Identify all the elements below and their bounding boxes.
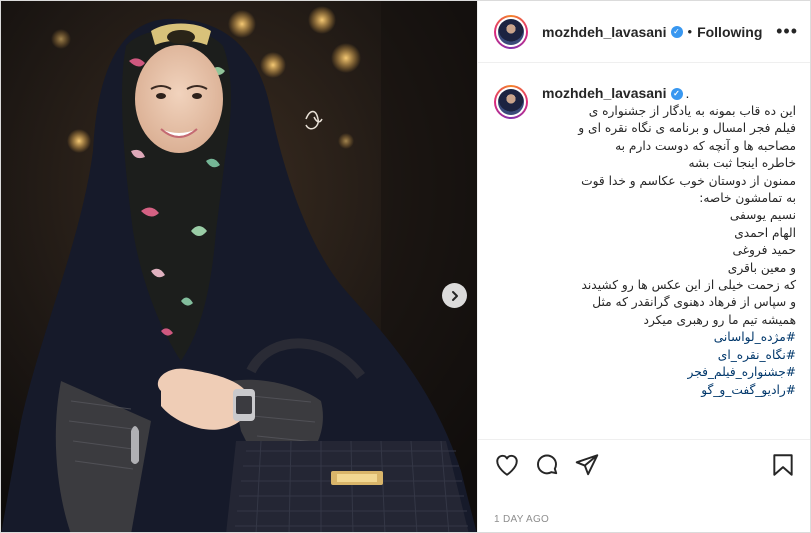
caption-line: که زحمت خیلی از این عکس ها رو کشیدند: [581, 278, 796, 293]
caption-line: همیشه تیم ما رو رهبری میکرد: [643, 312, 796, 327]
caption-line: نسیم یوسفی: [729, 208, 796, 223]
following-button[interactable]: Following: [697, 24, 762, 40]
caption-first-line: .: [685, 85, 690, 101]
avatar-ring: [496, 16, 526, 47]
caption-line: خاطره اینجا ثبت بشه: [688, 156, 796, 171]
instagram-post: mozhdeh_lavasani ✓ • Following ••• mozhd…: [0, 0, 811, 533]
username-link[interactable]: mozhdeh_lavasani: [542, 24, 667, 40]
caption-line: این ده قاب بمونه به یادگار از جشنواره ی: [588, 104, 796, 118]
caption-line: ممنون از دوستان خوب عکاسم و خدا قوت: [581, 173, 796, 188]
post-date[interactable]: 1 DAY AGO: [494, 514, 549, 525]
caption-line: مصاحبه ها و آنچه که دوست دارم به: [615, 138, 796, 153]
caption-line: حمید فروغی: [732, 243, 797, 258]
caption-avatar-ring: [496, 87, 526, 117]
avatar[interactable]: [494, 14, 528, 49]
caption-header: mozhdeh_lavasani ✓.: [542, 85, 796, 101]
comment-icon[interactable]: [534, 452, 560, 478]
hashtag-link[interactable]: #جشنواره_فیلم_فجر: [542, 364, 796, 381]
caption-avatar-image: [498, 89, 524, 115]
share-icon[interactable]: [574, 452, 600, 478]
caption-avatar[interactable]: [494, 85, 528, 119]
caption-username-link[interactable]: mozhdeh_lavasani: [542, 85, 667, 101]
caption-line: و معین باقری: [727, 260, 796, 275]
more-options-icon[interactable]: •••: [776, 21, 798, 42]
caption-line: و سپاس از فرهاد دهنوی گرانقدر که مثل: [592, 295, 796, 310]
verified-badge-icon: ✓: [670, 25, 683, 38]
hashtag-link[interactable]: #رادیو_گفت_و_گو: [542, 382, 796, 399]
post-sidebar: mozhdeh_lavasani ✓ • Following ••• mozhd…: [477, 1, 810, 532]
caption-verified-badge-icon: ✓: [670, 88, 683, 101]
hashtag-link[interactable]: #نگاه_نقره_ای: [542, 347, 796, 364]
caption-line: به تمامشون خاصه:: [699, 191, 796, 206]
caption-line: فیلم فجر امسال و برنامه ی نگاه نقره ای و: [578, 121, 796, 136]
caption-area: mozhdeh_lavasani ✓. این ده قاب بمونه به ی…: [478, 63, 810, 439]
bookmark-icon[interactable]: [770, 452, 796, 478]
chevron-right-icon: [451, 290, 458, 301]
action-bar: [478, 439, 810, 489]
caption-line: الهام احمدی: [734, 225, 796, 240]
caption-body: mozhdeh_lavasani ✓. این ده قاب بمونه به ی…: [542, 85, 796, 399]
post-header: mozhdeh_lavasani ✓ • Following •••: [478, 1, 810, 63]
post-photo[interactable]: [1, 1, 477, 532]
separator-dot: •: [687, 24, 693, 39]
hashtag-link[interactable]: #مژده_لواسانی: [542, 329, 796, 346]
avatar-image: [498, 18, 524, 45]
photo-illustration: [1, 1, 477, 532]
next-photo-button[interactable]: [442, 283, 467, 308]
caption: mozhdeh_lavasani ✓. این ده قاب بمونه به ی…: [494, 85, 796, 399]
caption-text: این ده قاب بمونه به یادگار از جشنواره ی …: [542, 103, 796, 399]
heart-icon[interactable]: [494, 452, 520, 478]
